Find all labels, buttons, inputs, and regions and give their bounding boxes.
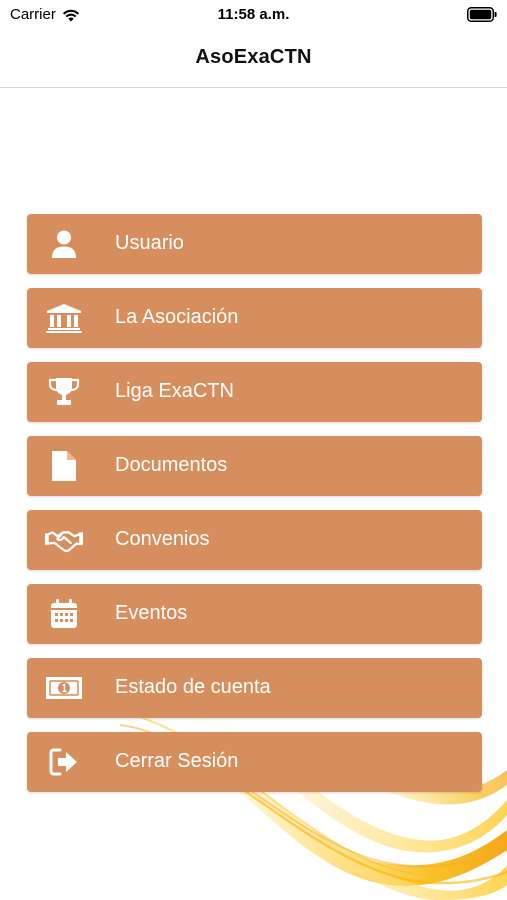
handshake-icon [45, 523, 83, 557]
menu-item-estado-de-cuenta[interactable]: Estado de cuenta [27, 658, 482, 718]
menu-item-eventos[interactable]: Eventos [27, 584, 482, 644]
menu-item-label: Cerrar Sesión [115, 750, 239, 772]
user-icon [45, 227, 83, 261]
menu-item-label: La Asociación [115, 306, 239, 328]
calendar-icon [45, 597, 83, 631]
menu-item-label: Estado de cuenta [115, 676, 271, 698]
institution-icon [45, 301, 83, 335]
battery-icon [467, 7, 497, 22]
page-title: AsoExaCTN [195, 46, 312, 68]
menu-item-usuario[interactable]: Usuario [27, 214, 482, 274]
navigation-bar: AsoExaCTN [0, 30, 507, 88]
menu-item-label: Eventos [115, 602, 188, 624]
status-bar: Carrier 11:58 a.m. [0, 0, 507, 30]
document-icon [45, 449, 83, 483]
menu-item-label: Usuario [115, 232, 184, 254]
menu-item-label: Documentos [115, 454, 228, 476]
menu-item-cerrar-sesion[interactable]: Cerrar Sesión [27, 732, 482, 792]
menu-item-liga-exactn[interactable]: Liga ExaCTN [27, 362, 482, 422]
menu-item-la-asociacion[interactable]: La Asociación [27, 288, 482, 348]
money-icon [45, 671, 83, 705]
menu-item-convenios[interactable]: Convenios [27, 510, 482, 570]
sign-out-icon [45, 745, 83, 779]
trophy-icon [45, 375, 83, 409]
status-time: 11:58 a.m. [217, 6, 290, 23]
menu-item-documentos[interactable]: Documentos [27, 436, 482, 496]
menu-item-label: Convenios [115, 528, 210, 550]
menu-item-label: Liga ExaCTN [115, 380, 234, 402]
